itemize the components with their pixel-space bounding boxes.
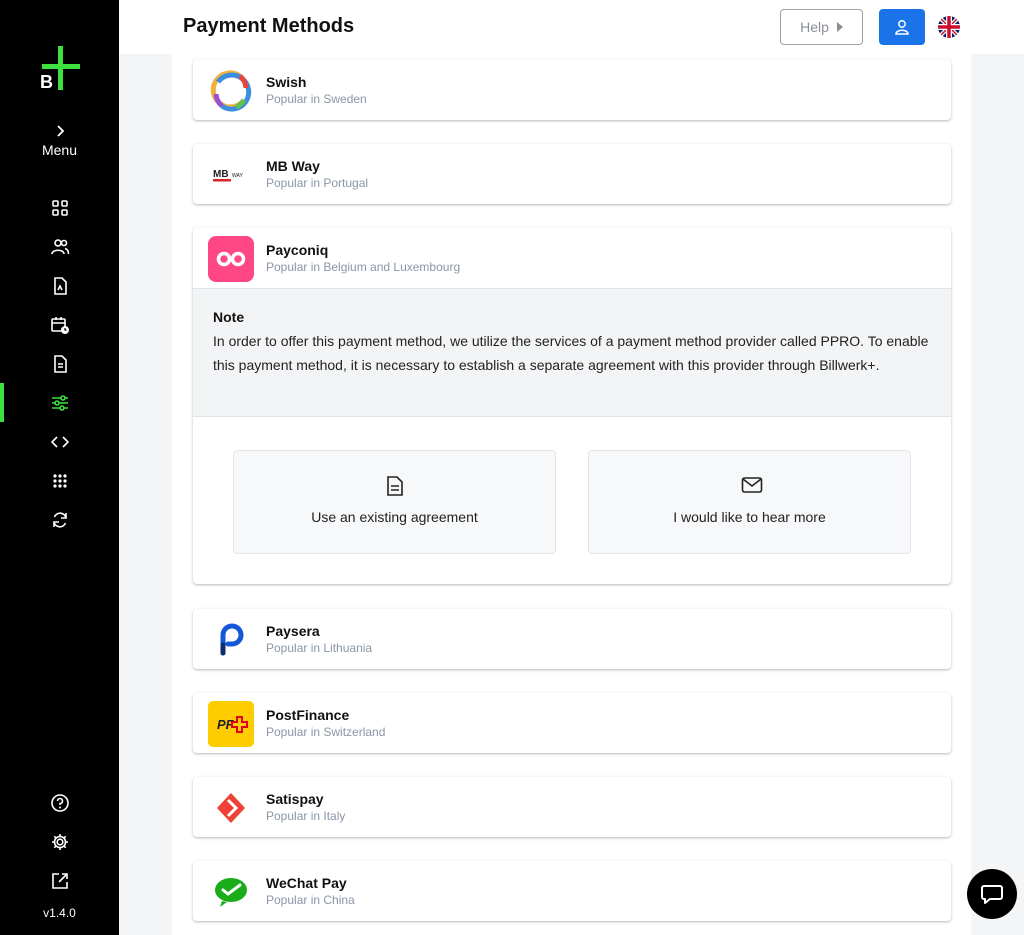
page-title: Payment Methods	[183, 15, 355, 37]
note-title: Note	[213, 309, 245, 325]
sidebar-item-customers[interactable]	[0, 227, 119, 266]
payment-method-header-mbway[interactable]: MB WAY MB Way Popular in Portugal	[193, 144, 951, 204]
logo-letter: B	[40, 72, 53, 90]
sidebar-item-invoices[interactable]	[0, 266, 119, 305]
sidebar-item-configuration[interactable]	[0, 383, 119, 422]
top-header: Payment Methods Help	[119, 0, 1024, 54]
sidebar-nav	[0, 188, 119, 539]
chevron-right-icon	[0, 122, 119, 140]
option-label: Use an existing agreement	[311, 509, 478, 525]
payment-method-subtitle: Popular in Italy	[266, 809, 346, 823]
payment-method-header-satispay[interactable]: Satispay Popular in Italy	[193, 777, 951, 837]
version-label: v1.4.0	[43, 906, 76, 920]
envelope-icon	[741, 477, 763, 493]
mbway-logo-text: MB	[213, 169, 229, 180]
sidebar-item-external[interactable]	[0, 861, 119, 900]
help-button-label: Help	[800, 19, 829, 35]
mbway-logo-small-text: WAY	[232, 173, 243, 179]
caret-right-icon	[836, 22, 843, 32]
option-label: I would like to hear more	[673, 509, 826, 525]
payment-method-card-postfinance: PF PostFinance Popular in Switzerland	[193, 693, 951, 753]
apps-icon	[52, 473, 67, 488]
dashboard-icon	[51, 199, 68, 216]
payment-method-subtitle: Popular in Sweden	[266, 92, 367, 106]
customers-icon	[50, 238, 69, 254]
subscriptions-icon	[50, 316, 69, 334]
payment-method-card-mbway: MB WAY MB Way Popular in Portugal	[193, 144, 951, 204]
swish-logo-icon	[208, 68, 254, 114]
chat-bubble-icon	[981, 885, 1003, 904]
user-icon	[895, 20, 909, 35]
payment-method-name: WeChat Pay	[266, 875, 347, 891]
user-account-button[interactable]	[879, 9, 925, 45]
menu-toggle[interactable]: Menu	[0, 122, 119, 158]
payment-method-name: Paysera	[266, 623, 320, 639]
payment-method-subtitle: Popular in Switzerland	[266, 725, 386, 739]
mbway-logo-icon: MB WAY	[208, 152, 254, 198]
payment-method-name: Payconiq	[266, 242, 329, 258]
provider-note: Note In order to offer this payment meth…	[193, 288, 951, 417]
sidebar-item-developers[interactable]	[0, 422, 119, 461]
payment-method-subtitle: Popular in China	[266, 893, 355, 907]
settings-sliders-icon	[51, 394, 68, 411]
payment-method-name: Satispay	[266, 791, 324, 807]
payment-method-name: Swish	[266, 74, 307, 90]
menu-label: Menu	[41, 142, 78, 158]
help-circle-icon	[50, 793, 69, 812]
sidebar-bottom-nav	[0, 783, 119, 900]
external-link-icon	[51, 872, 68, 889]
sidebar-item-documents[interactable]	[0, 344, 119, 383]
document-icon	[387, 476, 403, 496]
help-button[interactable]: Help	[780, 9, 863, 45]
billwerk-logo[interactable]: B	[38, 46, 82, 92]
payment-method-subtitle: Popular in Lithuania	[266, 641, 373, 655]
payment-method-subtitle: Popular in Portugal	[266, 176, 369, 190]
payment-method-card-satispay: Satispay Popular in Italy	[193, 777, 951, 837]
sidebar-item-help[interactable]	[0, 783, 119, 822]
payment-method-card-swish: Swish Popular in Sweden	[193, 60, 951, 120]
payment-method-card-paysera: Paysera Popular in Lithuania	[193, 609, 951, 669]
sidebar-item-dashboard[interactable]	[0, 188, 119, 227]
postfinance-logo-icon: PF	[208, 701, 254, 747]
sidebar-item-subscriptions[interactable]	[0, 305, 119, 344]
payment-method-name: MB Way	[266, 158, 320, 174]
payment-method-header-wechatpay[interactable]: WeChat Pay Popular in China	[193, 861, 951, 921]
payment-method-subtitle: Popular in Belgium and Luxembourg	[266, 260, 461, 274]
payconiq-logo-icon	[208, 236, 254, 282]
sidebar-item-settings[interactable]	[0, 822, 119, 861]
wechatpay-logo-icon	[208, 869, 254, 915]
sync-icon	[52, 511, 67, 528]
sidebar-item-apps[interactable]	[0, 461, 119, 500]
payment-method-header-swish[interactable]: Swish Popular in Sweden	[193, 60, 951, 120]
uk-flag-icon	[938, 16, 960, 38]
payment-method-card-payconiq: Payconiq Popular in Belgium and Luxembou…	[193, 228, 951, 584]
paysera-logo-icon	[208, 617, 254, 663]
code-icon	[50, 435, 69, 448]
note-body: In order to offer this payment method, w…	[213, 333, 929, 373]
payment-method-header-payconiq[interactable]: Payconiq Popular in Belgium and Luxembou…	[193, 228, 951, 288]
use-existing-agreement-button[interactable]: Use an existing agreement	[233, 450, 556, 554]
sidebar: B Menu v1.4.0	[0, 0, 119, 935]
hear-more-button[interactable]: I would like to hear more	[588, 450, 911, 554]
satispay-logo-icon	[208, 785, 254, 831]
sidebar-item-sync[interactable]	[0, 500, 119, 539]
payment-method-header-paysera[interactable]: Paysera Popular in Lithuania	[193, 609, 951, 669]
payment-method-name: PostFinance	[266, 707, 350, 723]
payment-method-card-wechatpay: WeChat Pay Popular in China	[193, 861, 951, 921]
documents-icon	[53, 354, 67, 373]
gear-icon	[51, 833, 68, 850]
payment-method-header-postfinance[interactable]: PF PostFinance Popular in Switzerland	[193, 693, 951, 753]
invoices-icon	[53, 276, 67, 295]
language-selector[interactable]	[938, 16, 960, 38]
chat-support-button[interactable]	[967, 869, 1017, 919]
